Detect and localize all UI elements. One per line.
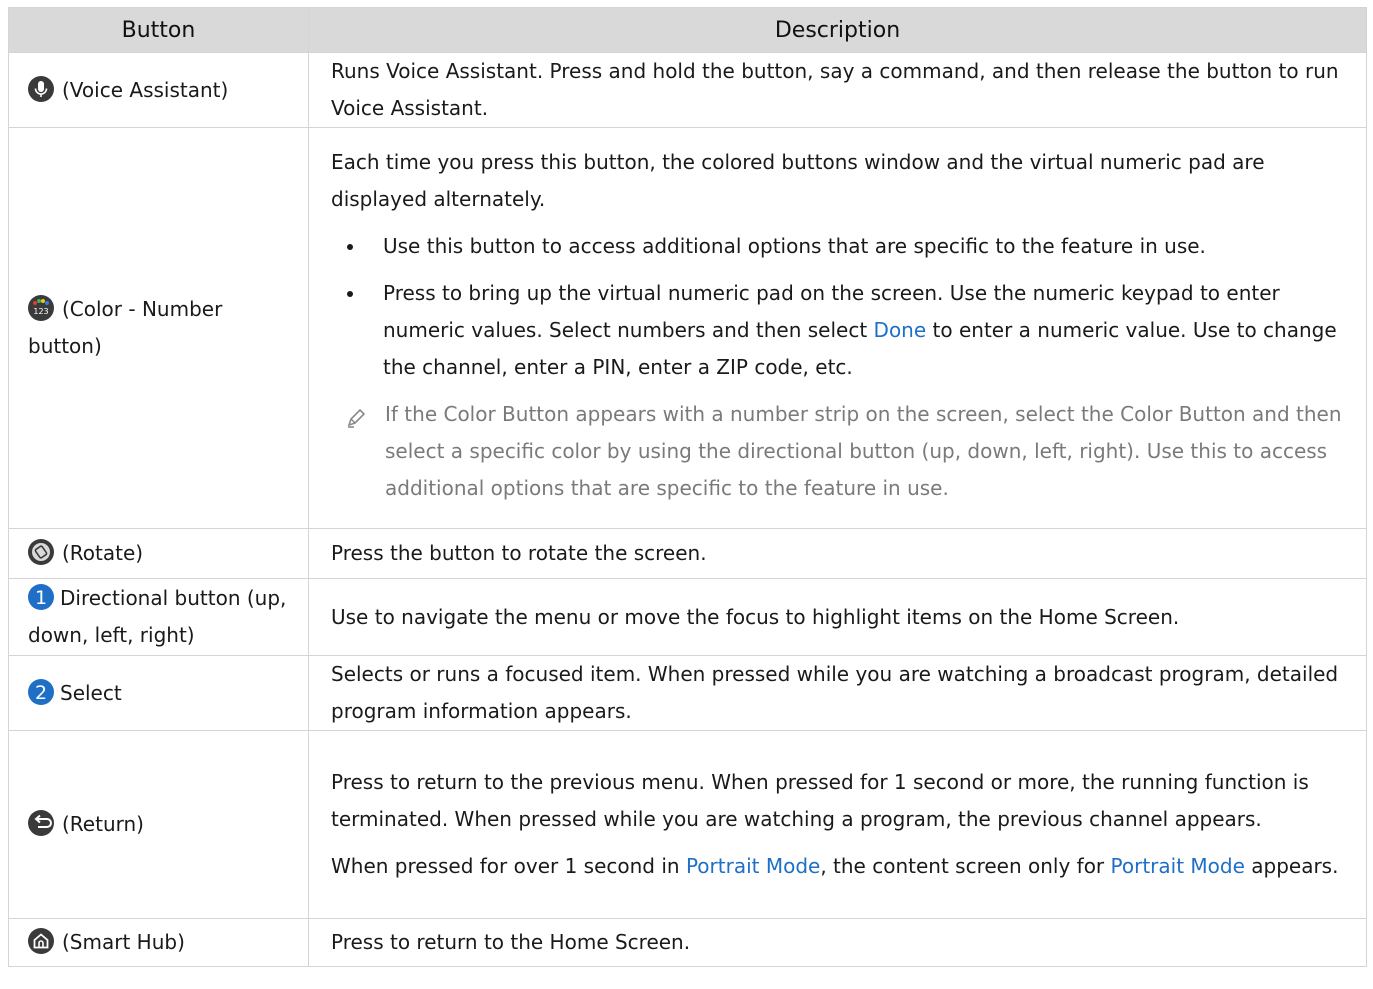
description-cell: Selects or runs a focused item. When pre… bbox=[308, 655, 1367, 731]
list-item: Press to bring up the virtual numeric pa… bbox=[347, 275, 1348, 386]
note-text: If the Color Button appears with a numbe… bbox=[385, 401, 1342, 500]
description-text: Runs Voice Assistant. Press and hold the… bbox=[331, 59, 1339, 120]
description-cell: Press to return to the Home Screen. bbox=[308, 918, 1367, 967]
color-number-icon: 123 bbox=[28, 295, 54, 321]
description-text: Each time you press this button, the col… bbox=[331, 149, 1265, 211]
table-header-row: Button Description bbox=[8, 7, 1367, 53]
button-label: Select bbox=[60, 680, 122, 705]
button-label: Directional button (up, down, left, righ… bbox=[28, 586, 287, 647]
description-text: Selects or runs a focused item. When pre… bbox=[331, 662, 1339, 723]
button-cell: 1 Directional button (up, down, left, ri… bbox=[8, 578, 309, 656]
table-row: 123 (Color - Number button) Each time yo… bbox=[8, 127, 1367, 529]
button-label: (Rotate) bbox=[62, 541, 144, 565]
button-cell: (Smart Hub) bbox=[8, 918, 309, 967]
button-cell: 2 Select bbox=[8, 655, 309, 731]
description-cell: Press the button to rotate the screen. bbox=[308, 528, 1367, 579]
svg-text:1: 1 bbox=[35, 587, 47, 609]
note: If the Color Button appears with a numbe… bbox=[331, 396, 1348, 507]
table-row: 2 Select Selects or runs a focused item.… bbox=[8, 655, 1367, 731]
portrait-mode-link: Portrait Mode bbox=[1110, 854, 1245, 878]
table-row: (Voice Assistant) Runs Voice Assistant. … bbox=[8, 52, 1367, 128]
button-cell: (Rotate) bbox=[8, 528, 309, 579]
description-text: When pressed for over 1 second in Portra… bbox=[331, 854, 1339, 878]
pencil-icon bbox=[345, 404, 367, 428]
description-cell: Runs Voice Assistant. Press and hold the… bbox=[308, 52, 1367, 128]
button-label: (Return) bbox=[62, 812, 144, 836]
button-label: (Color - Number button) bbox=[28, 297, 223, 358]
button-cell: 123 (Color - Number button) bbox=[8, 127, 309, 529]
button-cell: (Return) bbox=[8, 730, 309, 919]
svg-text:2: 2 bbox=[35, 682, 47, 704]
table-row: (Return) Press to return to the previous… bbox=[8, 730, 1367, 919]
table-row: 1 Directional button (up, down, left, ri… bbox=[8, 578, 1367, 656]
done-link: Done bbox=[873, 317, 927, 342]
description-text: Press to return to the Home Screen. bbox=[331, 930, 691, 954]
number-badge-icon: 1 bbox=[28, 584, 54, 610]
description-text: Use to navigate the menu or move the foc… bbox=[331, 604, 1180, 629]
number-badge-icon: 2 bbox=[28, 678, 54, 705]
button-cell: (Voice Assistant) bbox=[8, 52, 309, 128]
return-icon bbox=[28, 810, 54, 836]
description-cell: Each time you press this button, the col… bbox=[308, 127, 1367, 529]
description-text: Press to return to the previous menu. Wh… bbox=[331, 770, 1309, 831]
bullet-list: Use this button to access additional opt… bbox=[331, 228, 1348, 386]
description-cell: Use to navigate the menu or move the foc… bbox=[308, 578, 1367, 656]
description-text: Press the button to rotate the screen. bbox=[331, 541, 707, 565]
table-row: (Smart Hub) Press to return to the Home … bbox=[8, 918, 1367, 967]
svg-text:123: 123 bbox=[33, 307, 48, 316]
description-cell: Press to return to the previous menu. Wh… bbox=[308, 730, 1367, 919]
remote-buttons-table: Button Description (Voice Assistant) Run… bbox=[8, 7, 1367, 967]
microphone-icon bbox=[28, 75, 54, 102]
table-row: (Rotate) Press the button to rotate the … bbox=[8, 528, 1367, 579]
button-label: (Voice Assistant) bbox=[62, 77, 229, 102]
home-icon bbox=[28, 928, 54, 954]
list-item: Use this button to access additional opt… bbox=[347, 228, 1348, 265]
portrait-mode-link: Portrait Mode bbox=[685, 854, 821, 878]
button-label: (Smart Hub) bbox=[62, 930, 185, 954]
rotate-icon bbox=[28, 539, 54, 565]
header-description: Description bbox=[308, 7, 1367, 53]
header-button: Button bbox=[8, 7, 309, 53]
